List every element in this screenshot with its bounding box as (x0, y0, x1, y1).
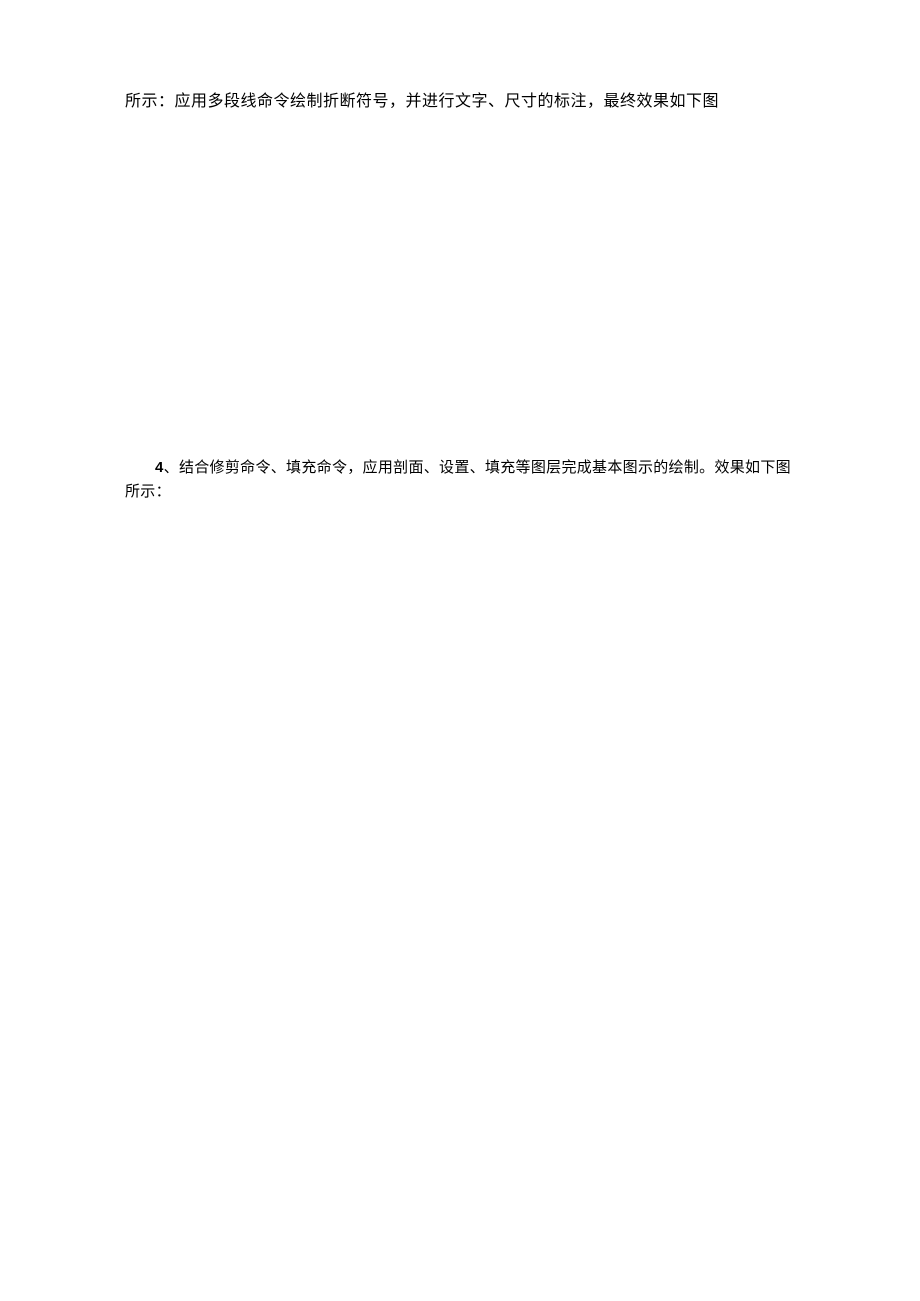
step-number: 4 (155, 459, 164, 476)
figure-placeholder-1 (125, 114, 795, 456)
paragraph-text: 、结合修剪命令、填充命令，应用剖面、设置、填充等图层完成基本图示的绘制。效果如下… (125, 460, 791, 500)
paragraph-step-4: 4、结合修剪命令、填充命令，应用剖面、设置、填充等图层完成基本图示的绘制。效果如… (125, 456, 795, 504)
paragraph-text: 所示：应用多段线命令绘制折断符号，并进行文字、尺寸的标注，最终效果如下图 (125, 93, 719, 110)
paragraph-step-5: 所示：应用多段线命令绘制折断符号，并进行文字、尺寸的标注，最终效果如下图 (125, 90, 795, 114)
